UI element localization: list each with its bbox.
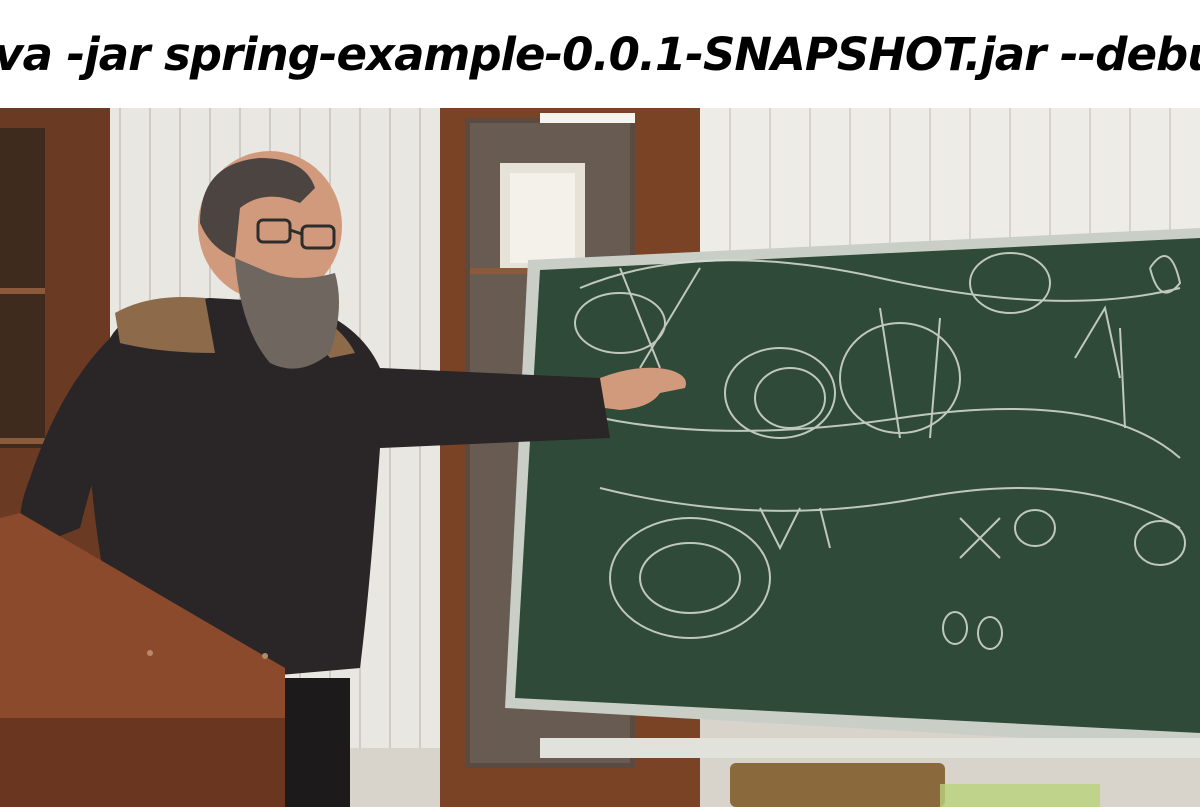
caption-bar: java -jar spring-example-0.0.1-SNAPSHOT.… [0, 0, 1200, 108]
chalkboard [505, 228, 1200, 748]
chair [730, 763, 945, 807]
caption-text: java -jar spring-example-0.0.1-SNAPSHOT.… [0, 27, 1200, 81]
lecture-photo [0, 108, 1200, 807]
chalk-tray [540, 738, 1200, 758]
